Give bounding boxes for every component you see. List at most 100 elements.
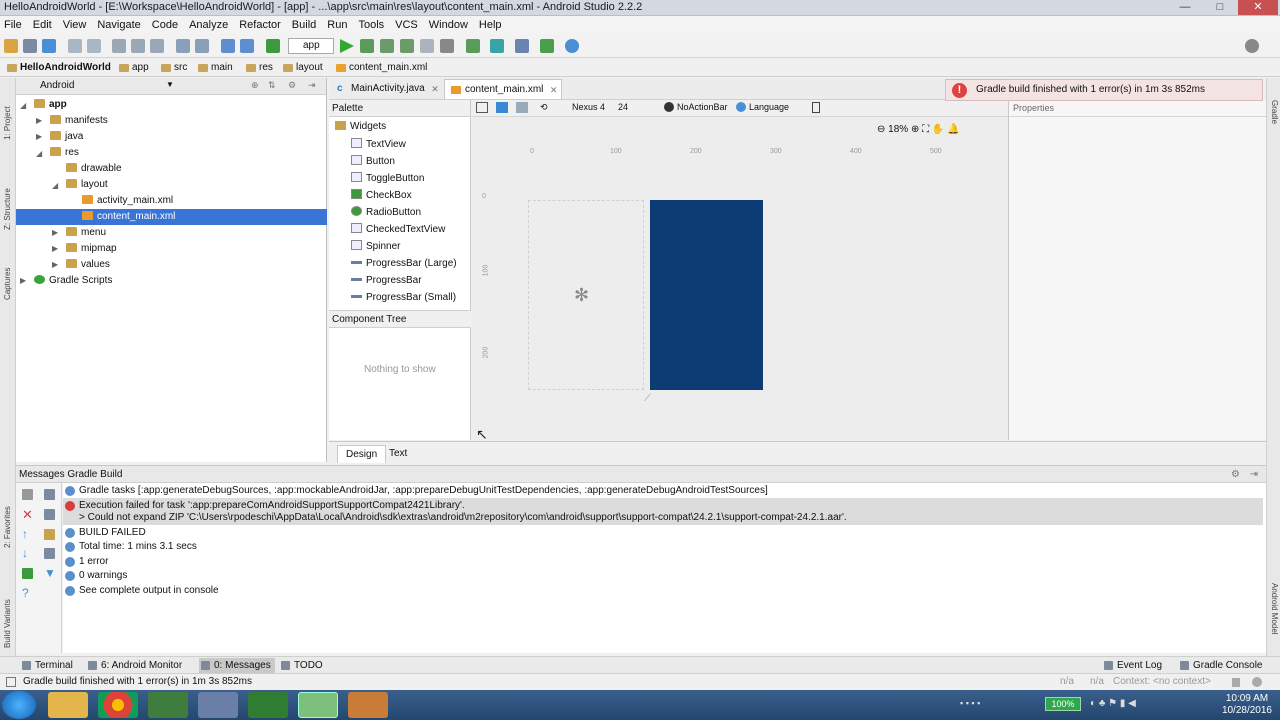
collapse-all-icon[interactable]	[44, 509, 55, 520]
tab-content-main[interactable]: content_main.xml ✕	[444, 79, 563, 100]
autoscroll-icon[interactable]	[44, 548, 55, 559]
tree-item-gradle-scripts[interactable]: Gradle Scripts	[34, 273, 112, 289]
tree-item-manifests[interactable]: manifests	[50, 113, 108, 129]
run-icon[interactable]	[340, 39, 354, 53]
breadcrumb-src[interactable]: src	[160, 61, 187, 75]
tab-messages[interactable]: 0: Messages	[199, 658, 275, 673]
avd-manager-icon[interactable]	[466, 39, 480, 53]
palette-group-widgets[interactable]: Widgets	[335, 121, 386, 132]
zoom-to-fit-icon[interactable]: ⛶	[922, 124, 929, 135]
replace-icon[interactable]	[195, 39, 209, 53]
maximize-button[interactable]: □	[1205, 0, 1235, 15]
both-views-icon[interactable]	[516, 102, 528, 113]
search-icon[interactable]	[1245, 39, 1259, 53]
palette-item-checkbox[interactable]: CheckBox	[351, 188, 412, 204]
blueprint-icon[interactable]	[496, 102, 508, 113]
copy-icon[interactable]	[131, 39, 145, 53]
palette-item-spinner[interactable]: Spinner	[351, 239, 400, 255]
tool-window-toggle-icon[interactable]	[6, 677, 16, 687]
palette-item-progressbar-large[interactable]: ProgressBar (Large)	[351, 256, 457, 272]
collapse-arrow-icon[interactable]: ▶	[52, 260, 58, 269]
help-icon[interactable]	[565, 39, 579, 53]
captures-tool-tab[interactable]: Captures	[3, 268, 12, 300]
expand-arrow-icon[interactable]: ◢	[52, 181, 58, 190]
gradle-sync-icon[interactable]	[490, 39, 504, 53]
breadcrumb-main[interactable]: main	[197, 61, 233, 75]
theme-select[interactable]: NoActionBar	[677, 102, 728, 112]
inspector-icon[interactable]	[1252, 677, 1262, 687]
status-message[interactable]: Gradle build finished with 1 error(s) in…	[23, 676, 252, 687]
help-icon[interactable]: ?	[22, 587, 33, 599]
zoom-out-icon[interactable]: ⊖	[877, 124, 885, 135]
save-icon[interactable]	[23, 39, 37, 53]
palette-item-togglebutton[interactable]: ToggleButton	[351, 171, 424, 187]
app-icon[interactable]	[148, 692, 188, 718]
menu-view[interactable]: View	[63, 16, 87, 34]
collapse-arrow-icon[interactable]: ▶	[36, 116, 42, 125]
breadcrumb-project[interactable]: HelloAndroidWorld	[6, 61, 111, 75]
collapse-all-icon[interactable]: ⇅	[268, 80, 276, 91]
menu-window[interactable]: Window	[429, 16, 468, 34]
device-frame-icon[interactable]	[812, 102, 820, 113]
design-canvas[interactable]: ⊖ 18% ⊕ ⛶ ✋ 🔔 0 100 200 300 400 500 0 10…	[472, 117, 1008, 440]
tab-text[interactable]: Text	[381, 445, 415, 463]
palette-item-textview[interactable]: TextView	[351, 137, 406, 153]
palette-item-progressbar[interactable]: ProgressBar	[351, 273, 422, 289]
tree-item-values[interactable]: values	[66, 257, 110, 273]
undo-icon[interactable]	[68, 39, 82, 53]
arrow-down-icon[interactable]: ↓	[22, 547, 33, 559]
back-icon[interactable]	[221, 39, 235, 53]
breadcrumb-layout[interactable]: layout	[282, 61, 323, 75]
hide-panel-icon[interactable]: ⇥	[1250, 466, 1258, 483]
open-source-icon[interactable]	[22, 568, 33, 579]
palette-item-checkedtextview[interactable]: CheckedTextView	[351, 222, 445, 238]
minimize-button[interactable]: —	[1170, 0, 1200, 15]
taskbar-clock[interactable]: 10:09 AM 10/28/2016	[1222, 693, 1272, 717]
message-line[interactable]: BUILD FAILED	[65, 526, 146, 540]
collapse-arrow-icon[interactable]: ▶	[36, 132, 42, 141]
language-select[interactable]: Language	[749, 102, 789, 112]
message-line[interactable]: See complete output in console	[65, 584, 219, 598]
menu-refactor[interactable]: Refactor	[239, 16, 281, 34]
tab-event-log[interactable]: Event Log	[1102, 658, 1162, 673]
menu-build[interactable]: Build	[292, 16, 316, 34]
chrome-icon[interactable]	[98, 692, 138, 718]
debug-icon[interactable]	[360, 39, 374, 53]
redo-icon[interactable]	[87, 39, 101, 53]
menu-code[interactable]: Code	[152, 16, 178, 34]
project-structure-icon[interactable]	[515, 39, 529, 53]
expand-all-icon[interactable]	[44, 489, 55, 500]
tab-terminal[interactable]: Terminal	[20, 658, 73, 673]
android-model-tool-tab[interactable]: Android Model	[1270, 583, 1279, 635]
pan-icon[interactable]: ✋	[932, 124, 944, 135]
sdk-manager-icon[interactable]	[540, 39, 554, 53]
paint-app-icon[interactable]	[348, 692, 388, 718]
tab-todo[interactable]: TODO	[279, 658, 323, 673]
hide-panel-icon[interactable]: ⇥	[308, 80, 316, 91]
tree-item-app[interactable]: app	[34, 97, 67, 113]
close-button[interactable]: ✕	[1238, 0, 1278, 15]
run-config-select[interactable]: app	[288, 38, 334, 54]
gear-icon[interactable]: ⚙	[288, 80, 296, 91]
stop-icon[interactable]	[440, 39, 454, 53]
menu-edit[interactable]: Edit	[33, 16, 52, 34]
lock-icon[interactable]	[1232, 678, 1240, 687]
collapse-arrow-icon[interactable]: ▶	[52, 228, 58, 237]
structure-tool-tab[interactable]: Z: Structure	[3, 188, 12, 230]
tab-design[interactable]: Design	[337, 445, 387, 463]
menu-navigate[interactable]: Navigate	[97, 16, 140, 34]
breadcrumb-file[interactable]: content_main.xml	[335, 61, 427, 75]
project-tool-tab[interactable]: 1: Project	[3, 106, 12, 140]
virtualbox-icon[interactable]	[198, 692, 238, 718]
message-line[interactable]: Gradle tasks [:app:generateDebugSources,…	[65, 484, 768, 498]
filter-icon[interactable]: ▼	[44, 567, 56, 579]
chevron-down-icon[interactable]: ▼	[166, 80, 174, 89]
make-project-icon[interactable]	[266, 39, 280, 53]
api-select[interactable]: 24	[618, 102, 628, 112]
expand-arrow-icon[interactable]: ◢	[20, 101, 26, 110]
tree-item-res[interactable]: res	[50, 145, 79, 161]
tree-item-content-main[interactable]: content_main.xml	[82, 209, 175, 225]
close-icon[interactable]: ✕	[22, 508, 33, 521]
close-tab-icon[interactable]: ✕	[550, 80, 558, 100]
notification-bell-icon[interactable]: 🔔	[947, 124, 959, 135]
